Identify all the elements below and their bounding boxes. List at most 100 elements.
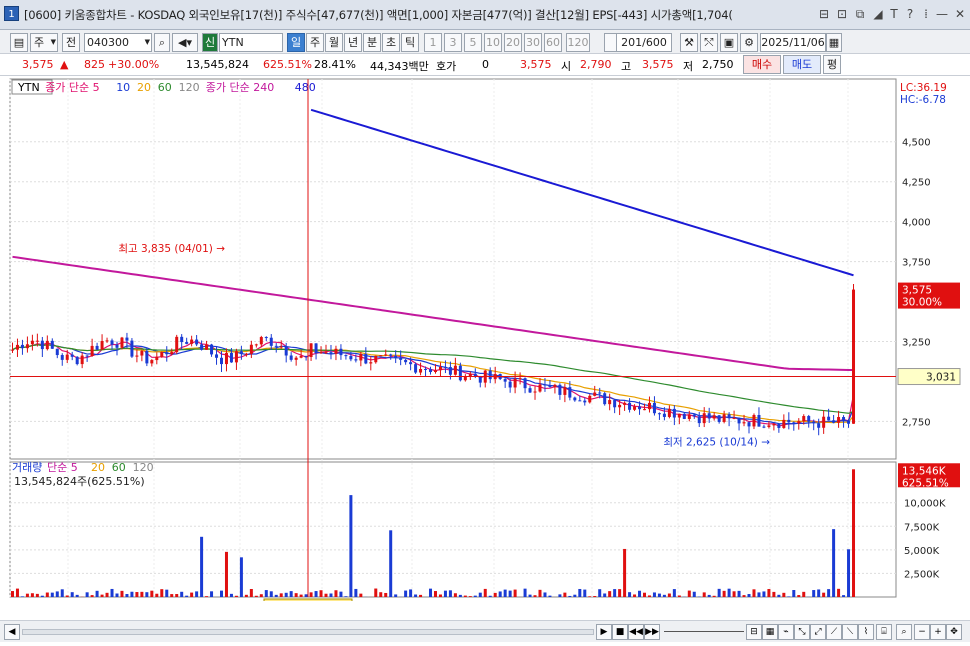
speaker-icon[interactable]: ◢ xyxy=(870,6,886,22)
period-tab-5[interactable]: 초 xyxy=(382,33,400,52)
zoom-out-icon[interactable]: ⌕ xyxy=(896,624,912,640)
volume-bar xyxy=(742,595,746,597)
legend-item: 종가 단순 240 xyxy=(206,81,274,94)
prev-button[interactable]: 전 xyxy=(62,33,80,52)
volume-bar xyxy=(110,588,114,597)
volume-bar xyxy=(70,592,74,597)
play-icon[interactable]: ▶ xyxy=(596,624,612,640)
rewind-icon[interactable]: ◀◀ xyxy=(628,624,644,640)
grid-view-icon[interactable]: ▦ xyxy=(762,624,778,640)
interval-button-3[interactable]: 3 xyxy=(444,33,462,52)
candle-body xyxy=(110,340,114,345)
interval-button-1[interactable]: 1 xyxy=(424,33,442,52)
tools-icon[interactable]: ⚒ xyxy=(680,33,698,52)
new-button[interactable]: 신 xyxy=(202,33,218,52)
grid-icon[interactable]: ⊟ xyxy=(816,6,832,22)
volume-bar xyxy=(478,592,482,597)
text-icon[interactable]: T xyxy=(886,6,902,22)
candle-body xyxy=(837,417,841,423)
candle-body xyxy=(598,392,602,394)
tool-d-icon[interactable]: ⟍ xyxy=(842,624,858,640)
candle-body xyxy=(309,343,313,357)
candle-body xyxy=(90,345,94,357)
minus-icon[interactable]: − xyxy=(914,624,930,640)
crosshair-date-box xyxy=(263,598,353,601)
help-icon[interactable]: ? xyxy=(902,6,918,22)
tool-a-icon[interactable]: ⤡ xyxy=(794,624,810,640)
interval-button-30[interactable]: 30 xyxy=(524,33,542,52)
volume-tick-label: 5,000K xyxy=(904,546,940,557)
period-tab-2[interactable]: 월 xyxy=(325,33,343,52)
interval-button-5[interactable]: 5 xyxy=(464,33,482,52)
interval-button-20[interactable]: 20 xyxy=(504,33,522,52)
tool-c-icon[interactable]: ⟋ xyxy=(826,624,842,640)
volume-bar xyxy=(647,595,651,597)
compare-icon[interactable]: ⤲ xyxy=(700,33,718,52)
period-tab-0[interactable]: 일 xyxy=(287,33,305,52)
eval-button[interactable]: 평 xyxy=(823,55,841,74)
zoom-slider[interactable] xyxy=(664,631,744,632)
candle-body xyxy=(344,355,348,357)
chart-area[interactable]: 4,500 4,250 4,000 3,750 3,250 2,750 10,000K 7,5… xyxy=(0,77,970,601)
volume-bar xyxy=(588,596,592,597)
period-select[interactable]: 주 ▼ xyxy=(30,33,58,52)
stop-icon[interactable]: ■ xyxy=(612,624,628,640)
search-icon[interactable]: ⌕ xyxy=(154,33,170,52)
y-tick-label: 3,750 xyxy=(902,258,931,269)
candle-body xyxy=(170,352,174,355)
candle-body xyxy=(244,353,248,355)
volume-bar xyxy=(384,592,388,597)
save-icon[interactable]: ▣ xyxy=(720,33,738,52)
date-input[interactable]: 2025/11/06 xyxy=(760,33,826,52)
count-field[interactable]: 201/600 xyxy=(616,33,672,52)
buy-button[interactable]: 매수 xyxy=(743,55,781,74)
candle-body xyxy=(588,395,592,403)
tool-e-icon[interactable]: ⌇ xyxy=(858,624,874,640)
gear-icon[interactable]: ⚙ xyxy=(740,33,758,52)
config-icon[interactable]: ▤ xyxy=(10,33,28,52)
indicator-icon[interactable]: ⌁ xyxy=(778,624,794,640)
pin-icon[interactable]: ⁞ xyxy=(918,6,934,22)
period-tab-1[interactable]: 주 xyxy=(306,33,324,52)
interval-button-120[interactable]: 120 xyxy=(566,33,590,52)
candle-body xyxy=(608,400,612,405)
fit-icon[interactable]: ⊟ xyxy=(746,624,762,640)
restore-icon[interactable]: ⊡ xyxy=(834,6,850,22)
sell-button[interactable]: 매도 xyxy=(783,55,821,74)
volume-bar xyxy=(55,591,59,597)
candle-body xyxy=(299,355,303,358)
volume-bar xyxy=(40,595,44,597)
interval-button-60[interactable]: 60 xyxy=(544,33,562,52)
volume-bar xyxy=(354,588,358,597)
name-input[interactable]: YTN xyxy=(219,33,283,52)
candle-body xyxy=(200,344,204,350)
speaker-button[interactable]: ◀▾ xyxy=(172,33,198,52)
candle-body xyxy=(65,354,69,360)
tool-f-icon[interactable]: ⌸ xyxy=(876,624,892,640)
code-input[interactable]: 040300 ▼ xyxy=(84,33,152,52)
quote-bar: 3,575 ▲ 825 +30.00% 13,545,824 625.51% 2… xyxy=(0,54,970,76)
period-tab-4[interactable]: 분 xyxy=(363,33,381,52)
tool-b-icon[interactable]: ⤢ xyxy=(810,624,826,640)
interval-button-10[interactable]: 10 xyxy=(484,33,502,52)
volume-bar xyxy=(30,593,34,597)
volume-bar xyxy=(563,592,567,597)
candle-body xyxy=(35,340,39,342)
forward-icon[interactable]: ▶▶ xyxy=(644,624,660,640)
close-icon[interactable]: ✕ xyxy=(952,6,968,22)
minimize-icon[interactable]: — xyxy=(934,6,950,22)
candle-body xyxy=(314,343,318,354)
candle-body xyxy=(274,345,278,347)
volume-bar xyxy=(792,590,796,597)
scrollbar[interactable] xyxy=(22,629,594,635)
calendar-icon[interactable]: ▦ xyxy=(826,33,842,52)
move-icon[interactable]: ✥ xyxy=(946,624,962,640)
period-tab-6[interactable]: 틱 xyxy=(401,33,419,52)
link-icon[interactable]: ⧉ xyxy=(852,6,868,22)
trade-amount: 44,343백만 xyxy=(370,60,429,73)
candle-body xyxy=(419,368,423,373)
plus-icon[interactable]: + xyxy=(930,624,946,640)
scroll-left-icon[interactable]: ◀ xyxy=(4,624,20,640)
volume-bar xyxy=(200,536,204,597)
period-tab-3[interactable]: 년 xyxy=(344,33,362,52)
